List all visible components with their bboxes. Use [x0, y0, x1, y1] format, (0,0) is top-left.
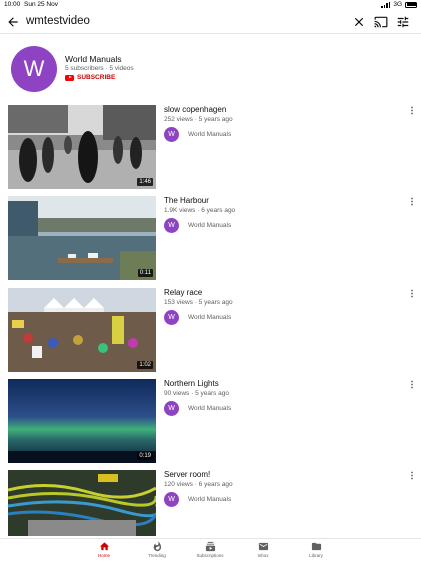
video-thumbnail[interactable]: 1:46 [8, 105, 156, 189]
channel-avatar-small[interactable]: W [164, 492, 179, 507]
video-thumbnail[interactable]: 1:02 [8, 288, 156, 372]
video-item[interactable]: 0:19 Northern Lights 90 views · 5 years … [0, 379, 421, 467]
video-channel: World Manuals [188, 131, 232, 138]
thumbnail-image [8, 288, 156, 372]
video-title[interactable]: The Harbour [164, 196, 209, 205]
bottom-nav: Home Trending Subscriptions Inbox Librar… [0, 538, 421, 562]
thumbnail-image [8, 196, 156, 280]
cast-icon[interactable] [374, 15, 388, 29]
nav-library[interactable]: Library [296, 541, 336, 562]
folder-icon [311, 542, 321, 551]
status-date: Sun 25 Nov [24, 1, 58, 8]
nav-label: Subscriptions [196, 553, 224, 558]
search-bar: wmtestvideo [0, 10, 421, 34]
thumbnail-image [8, 105, 156, 189]
video-duration: 1:46 [137, 178, 153, 186]
nav-trending[interactable]: Trending [137, 541, 177, 562]
video-item[interactable]: 0:11 The Harbour 1.9K views · 6 years ag… [0, 196, 421, 284]
more-vert-icon[interactable] [406, 106, 414, 116]
subscribe-label: SUBSCRIBE [77, 74, 116, 81]
video-channel: World Manuals [188, 405, 232, 412]
nav-label: Home [97, 553, 110, 558]
channel-result[interactable]: W World Manuals 5 subscribers · 5 videos… [0, 36, 421, 100]
nav-label: Trending [148, 553, 166, 558]
video-channel: World Manuals [188, 314, 232, 321]
video-duration: 0:19 [137, 452, 153, 460]
more-vert-icon[interactable] [406, 380, 414, 390]
video-title[interactable]: Northern Lights [164, 379, 219, 388]
nav-inbox[interactable]: Inbox [243, 541, 283, 562]
video-meta: 153 views · 5 years ago [164, 299, 233, 306]
video-duration: 0:11 [137, 269, 153, 277]
nav-label: Inbox [257, 553, 269, 558]
channel-avatar-small[interactable]: W [164, 127, 179, 142]
home-icon [99, 542, 109, 551]
filter-icon[interactable] [396, 15, 410, 29]
video-meta: 1.9K views · 6 years ago [164, 207, 236, 214]
status-time: 10:00 [4, 1, 21, 8]
video-title[interactable]: Relay race [164, 288, 202, 297]
channel-name[interactable]: World Manuals [65, 54, 122, 64]
close-icon[interactable] [352, 15, 366, 29]
thumbnail-image [8, 379, 156, 463]
mail-icon [258, 542, 268, 551]
video-item[interactable]: 1:02 Relay race 153 views · 5 years ago … [0, 288, 421, 376]
search-input[interactable]: wmtestvideo [26, 15, 90, 27]
channel-avatar-small[interactable]: W [164, 310, 179, 325]
video-title[interactable]: Server room! [164, 470, 210, 479]
more-vert-icon[interactable] [406, 471, 414, 481]
channel-stats: 5 subscribers · 5 videos [65, 65, 134, 72]
video-meta: 120 views · 6 years ago [164, 481, 233, 488]
signal-icon [381, 1, 391, 8]
video-channel: World Manuals [188, 222, 232, 229]
status-bar: 10:00 Sun 25 Nov 3G [0, 0, 421, 10]
channel-avatar-small[interactable]: W [164, 401, 179, 416]
battery-icon [405, 1, 417, 8]
more-vert-icon[interactable] [406, 197, 414, 207]
nav-label: Library [309, 553, 323, 558]
video-thumbnail[interactable]: 0:11 [8, 196, 156, 280]
channel-avatar-small[interactable]: W [164, 218, 179, 233]
subscriptions-icon [205, 541, 215, 552]
video-channel: World Manuals [188, 496, 232, 503]
video-thumbnail[interactable]: 0:19 [8, 379, 156, 463]
nav-subscriptions[interactable]: Subscriptions [190, 541, 230, 562]
video-meta: 252 views · 5 years ago [164, 116, 233, 123]
header-divider [0, 33, 421, 34]
nav-home[interactable]: Home [84, 541, 124, 562]
subscribe-button[interactable]: SUBSCRIBE [65, 74, 115, 81]
more-vert-icon[interactable] [406, 289, 414, 299]
youtube-logo-icon [65, 74, 74, 81]
video-thumbnail[interactable] [8, 470, 156, 536]
video-duration: 1:02 [137, 361, 153, 369]
thumbnail-image [8, 470, 156, 536]
back-arrow-icon[interactable] [6, 15, 20, 29]
network-label: 3G [393, 1, 402, 8]
video-item[interactable]: Server room! 120 views · 6 years ago W W… [0, 470, 421, 536]
status-right: 3G [381, 1, 417, 8]
video-item[interactable]: 1:46 slow copenhagen 252 views · 5 years… [0, 105, 421, 193]
flame-icon [153, 541, 161, 552]
video-title[interactable]: slow copenhagen [164, 105, 226, 114]
channel-avatar[interactable]: W [11, 46, 57, 92]
video-meta: 90 views · 5 years ago [164, 390, 230, 397]
